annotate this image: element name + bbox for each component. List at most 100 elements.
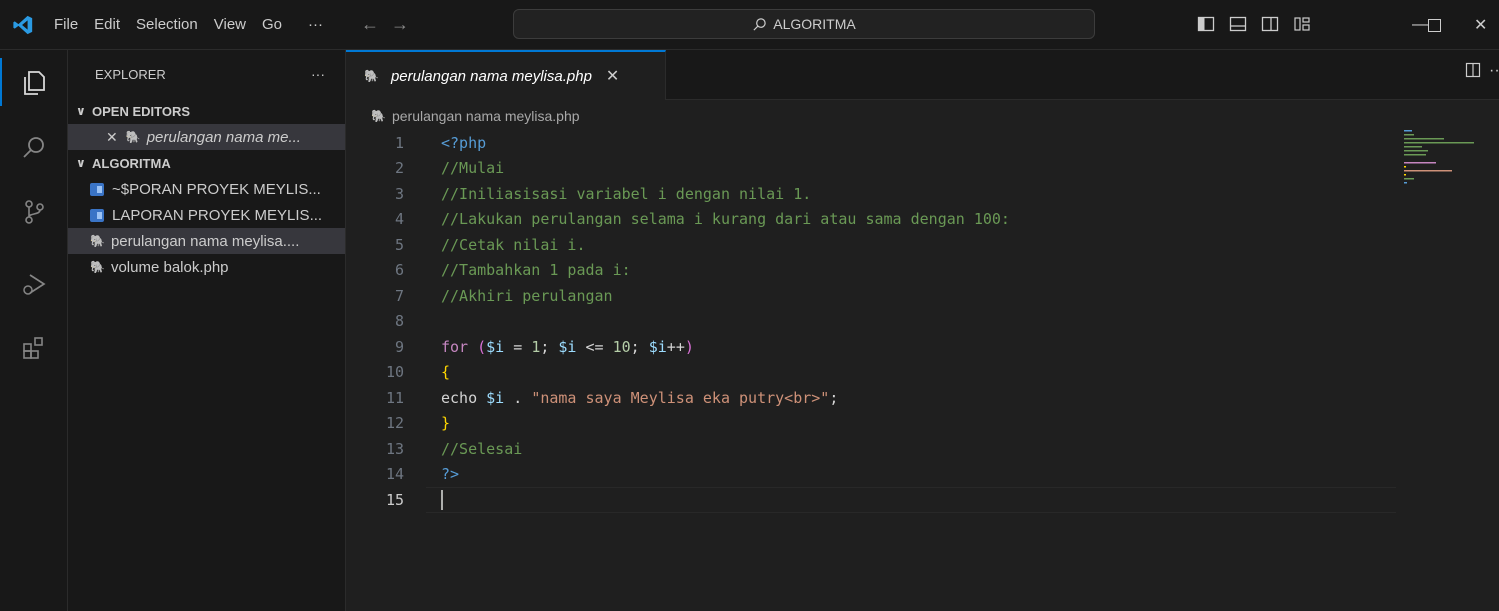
file-item[interactable]: 🐘 perulangan nama meylisa.... [68, 228, 345, 254]
line-number: 6 [394, 261, 404, 280]
php-file-icon: 🐘 [90, 260, 105, 274]
line-number: 13 [385, 439, 404, 458]
editor-tab[interactable]: 🐘 perulangan nama meylisa.php ✕ [346, 50, 666, 100]
code-line: 4 //Lakukan perulangan selama i kurang da… [346, 207, 1396, 233]
file-label: volume balok.php [110, 258, 229, 276]
code-text: //Cetak nilai i. [441, 235, 586, 254]
file-item[interactable]: LAPORAN PROYEK MEYLIS... [68, 202, 345, 228]
editor-area: 🐘 perulangan nama meylisa.php ✕ ·· 🐘 per… [346, 50, 1499, 611]
back-arrow-icon[interactable]: ← [361, 14, 379, 35]
php-file-icon: 🐘 [90, 234, 105, 248]
code-line: 14 ?> [346, 462, 1396, 488]
code-text: //Tambahkan 1 pada i: [441, 261, 631, 280]
code-text: { [441, 363, 451, 382]
explorer-icon[interactable] [0, 54, 68, 110]
code-text: //Iniliasisasi variabel i dengan nilai 1… [441, 184, 812, 203]
title-bar: File Edit Selection View Go ··· ← → ALGO… [0, 0, 1499, 50]
php-file-icon: 🐘 [371, 109, 386, 123]
word-file-icon [90, 208, 104, 222]
open-editors-section[interactable]: ∨ OPEN EDITORS [68, 98, 345, 124]
navigation-arrows: ← → [361, 14, 409, 35]
file-item[interactable]: ~$PORAN PROYEK MEYLIS... [68, 176, 345, 202]
layout-controls [1196, 14, 1312, 34]
code-line: 7 //Akhiri perulangan [346, 283, 1396, 309]
code-line: 5 //Cetak nilai i. [346, 232, 1396, 258]
explorer-more-button[interactable]: ··· [311, 66, 325, 82]
run-debug-icon[interactable] [0, 256, 68, 312]
code-line: 1 <?php [346, 130, 1396, 156]
menu-view[interactable]: View [206, 0, 254, 49]
code-text: <?php [441, 133, 487, 152]
chevron-down-icon: ∨ [76, 104, 86, 118]
menu-edit[interactable]: Edit [86, 0, 128, 49]
breadcrumb: 🐘 perulangan nama meylisa.php [346, 100, 1499, 132]
code-text: for ($i = 1; $i <= 10; $i++) [441, 337, 694, 356]
menu-go[interactable]: Go [254, 0, 290, 49]
folder-section[interactable]: ∨ ALGORITMA [68, 150, 345, 176]
line-number: 15 [385, 490, 404, 509]
explorer-title: EXPLORER [95, 66, 166, 82]
explorer-sidebar: EXPLORER ··· ∨ OPEN EDITORS ✕ 🐘 perulang… [68, 50, 346, 611]
menu-file[interactable]: File [46, 0, 86, 49]
breadcrumb-file[interactable]: perulangan nama meylisa.php [392, 108, 580, 124]
search-label: ALGORITMA [773, 16, 856, 32]
line-number: 12 [385, 414, 404, 433]
code-text: //Mulai [441, 159, 505, 178]
search-icon [753, 17, 766, 31]
line-number: 10 [385, 363, 404, 382]
line-number: 8 [394, 312, 404, 331]
code-line: 13 //Selesai [346, 436, 1396, 462]
menu-selection[interactable]: Selection [128, 0, 206, 49]
open-editors-label: OPEN EDITORS [92, 103, 191, 119]
word-file-icon [90, 182, 104, 196]
code-line: 12} [346, 411, 1396, 437]
code-line: 2 //Mulai [346, 156, 1396, 182]
explorer-header: EXPLORER ··· [68, 50, 345, 98]
command-center-search[interactable]: ALGORITMA [513, 9, 1095, 39]
code-line: 8 [346, 309, 1396, 335]
close-icon[interactable]: ✕ [606, 66, 619, 86]
source-control-icon[interactable] [0, 184, 68, 240]
line-number: 14 [385, 465, 404, 484]
line-number: 11 [385, 388, 404, 407]
code-line: 10 { [346, 360, 1396, 386]
open-editor-item[interactable]: ✕ 🐘 perulangan nama me... [68, 124, 345, 150]
tab-label: perulangan nama meylisa.php [390, 67, 592, 85]
line-number: 1 [394, 133, 404, 152]
code-text: ?> [441, 465, 460, 484]
tab-bar: 🐘 perulangan nama meylisa.php ✕ ·· [346, 50, 1499, 100]
code-line: 11 echo $i . "nama saya Meylisa eka putry… [346, 385, 1396, 411]
toggle-panel-icon[interactable] [1228, 14, 1248, 34]
close-icon[interactable]: ✕ [106, 129, 118, 146]
forward-arrow-icon[interactable]: → [391, 14, 409, 35]
customize-layout-icon[interactable] [1292, 14, 1312, 34]
file-label: ~$PORAN PROYEK MEYLIS... [112, 180, 321, 198]
chevron-down-icon: ∨ [76, 156, 86, 170]
vscode-logo-icon [0, 0, 46, 50]
php-file-icon: 🐘 [364, 69, 379, 83]
line-number: 4 [394, 210, 404, 229]
search-icon[interactable] [0, 120, 68, 176]
code-line: 3 //Iniliasisasi variabel i dengan nilai … [346, 181, 1396, 207]
menu-more-button[interactable]: ··· [300, 0, 331, 49]
php-file-icon: 🐘 [125, 130, 141, 144]
extensions-icon[interactable] [0, 320, 68, 376]
line-number: 5 [394, 235, 404, 254]
code-text: } [441, 414, 451, 433]
split-editor-icon[interactable] [1465, 62, 1481, 83]
line-number: 2 [394, 159, 404, 178]
file-label: perulangan nama meylisa.... [110, 232, 300, 250]
folder-label: ALGORITMA [92, 155, 171, 171]
code-text: //Akhiri perulangan [441, 286, 613, 305]
code-editor[interactable]: 1 <?php 2 //Mulai 3 //Iniliasisasi variabel… [346, 130, 1396, 513]
more-actions-icon[interactable]: ·· [1489, 62, 1499, 83]
minimap[interactable] [1404, 128, 1494, 188]
code-line: 6 //Tambahkan 1 pada i: [346, 258, 1396, 284]
file-label: LAPORAN PROYEK MEYLIS... [112, 206, 323, 224]
toggle-primary-sidebar-icon[interactable] [1196, 14, 1216, 34]
file-item[interactable]: 🐘 volume balok.php [68, 254, 345, 280]
toggle-secondary-sidebar-icon[interactable] [1260, 14, 1280, 34]
line-number: 7 [394, 286, 404, 305]
close-window-button[interactable]: ✕ [1474, 0, 1499, 50]
maximize-button[interactable] [1414, 0, 1454, 50]
